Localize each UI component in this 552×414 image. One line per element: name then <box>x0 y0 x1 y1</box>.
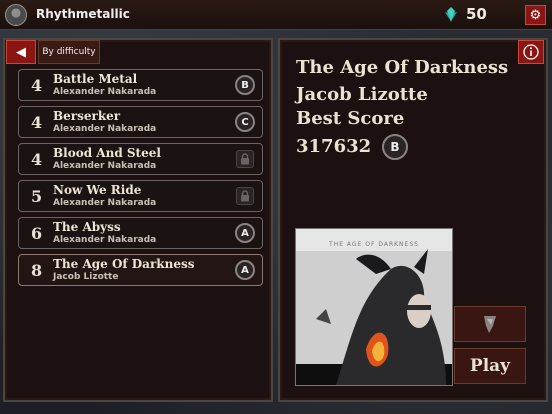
gear-icon: ⚙ <box>529 7 542 23</box>
album-cover: THE AGE OF DARKNESS <box>295 228 453 386</box>
song-level: 4 <box>31 150 43 169</box>
song-artist: Alexander Nakarada <box>53 161 157 171</box>
song-row[interactable]: 6 The Abyss Alexander Nakarada A <box>18 217 263 249</box>
best-score-value: 317632 <box>296 136 372 157</box>
song-title: Blood And Steel <box>53 146 161 160</box>
player-name: Rhythmetallic <box>36 7 130 21</box>
album-artwork <box>296 229 452 385</box>
lock-icon <box>236 187 254 205</box>
sort-button[interactable]: By difficulty <box>38 40 100 64</box>
song-artist: Alexander Nakarada <box>53 87 157 97</box>
back-button[interactable]: ◀ <box>6 40 36 64</box>
currency-amount: 50 <box>466 5 487 23</box>
song-level: 5 <box>31 187 43 206</box>
grade-badge: C <box>235 112 255 132</box>
top-bar: Rhythmetallic 50 ⚙ <box>0 0 552 30</box>
song-artist: Alexander Nakarada <box>53 124 157 134</box>
song-row[interactable]: 5 Now We Ride Alexander Nakarada <box>18 180 263 212</box>
song-detail-artist: Jacob Lizotte <box>296 84 428 105</box>
song-row-selected[interactable]: 8 The Age Of Darkness Jacob Lizotte A <box>18 254 263 286</box>
song-level: 4 <box>31 113 43 132</box>
song-level: 6 <box>31 224 43 243</box>
song-detail-title: The Age Of Darkness <box>296 57 509 78</box>
best-score-label: Best Score <box>296 108 405 129</box>
info-icon <box>523 44 539 60</box>
grade-badge: A <box>235 223 255 243</box>
edit-button[interactable] <box>454 306 526 342</box>
song-title: The Age Of Darkness <box>53 257 195 271</box>
grade-badge: B <box>235 75 255 95</box>
grade-badge: A <box>235 260 255 280</box>
avatar[interactable] <box>5 4 27 26</box>
song-title: Now We Ride <box>53 183 142 197</box>
song-level: 4 <box>31 76 43 95</box>
song-row[interactable]: 4 Blood And Steel Alexander Nakarada <box>18 143 263 175</box>
left-arrow-icon: ◀ <box>16 44 26 60</box>
song-title: Battle Metal <box>53 72 138 86</box>
song-title: Berserker <box>53 109 121 123</box>
cover-title: THE AGE OF DARKNESS <box>329 241 419 248</box>
song-level: 8 <box>31 261 43 280</box>
crystal-icon <box>445 7 457 22</box>
song-title: The Abyss <box>53 220 121 234</box>
guitar-pick-icon <box>484 316 496 333</box>
info-button[interactable] <box>518 40 544 64</box>
song-artist: Jacob Lizotte <box>53 272 119 282</box>
song-artist: Alexander Nakarada <box>53 198 157 208</box>
best-grade-badge: B <box>382 134 408 160</box>
song-row[interactable]: 4 Berserker Alexander Nakarada C <box>18 106 263 138</box>
song-artist: Alexander Nakarada <box>53 235 157 245</box>
song-list: 4 Battle Metal Alexander Nakarada B 4 Be… <box>18 69 263 291</box>
settings-button[interactable]: ⚙ <box>525 5 546 25</box>
lock-icon <box>236 150 254 168</box>
song-row[interactable]: 4 Battle Metal Alexander Nakarada B <box>18 69 263 101</box>
play-button[interactable]: Play <box>454 348 526 384</box>
